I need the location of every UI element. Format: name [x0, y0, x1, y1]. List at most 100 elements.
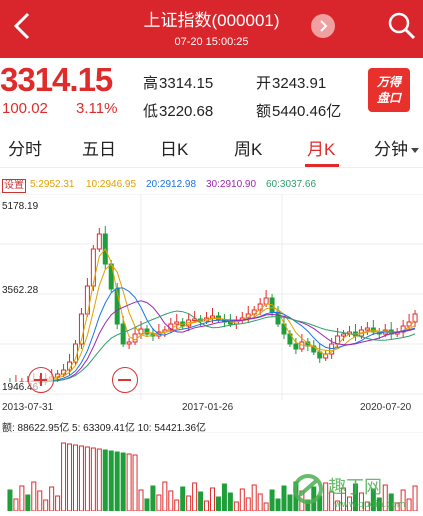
page-title: 上证指数(000001): [143, 11, 280, 30]
amount-stat: 额5440.46亿: [256, 103, 342, 120]
moving-average-lines: [4, 248, 416, 385]
market-depth-button[interactable]: 万得 盘口: [368, 68, 410, 112]
candle-body: [364, 327, 370, 331]
candle-body: [126, 341, 132, 345]
quote-datetime: 07-20 15:00:25: [174, 36, 249, 48]
high-stat: 高3314.15: [143, 75, 214, 92]
volume-bar: [126, 453, 132, 511]
tab-five-day[interactable]: 五日: [82, 135, 116, 160]
svg-text:www.qudin.com: www.qudin.com: [334, 500, 406, 510]
candle-body: [263, 297, 269, 305]
ma60-value: 60:3037.66: [266, 179, 317, 190]
tab-intraday[interactable]: 分时: [8, 135, 42, 160]
volume-bar: [132, 454, 138, 511]
price-change: 100.02: [2, 100, 48, 117]
tab-daily-k[interactable]: 日K: [160, 135, 188, 160]
volume-bar: [120, 452, 126, 511]
ma20-value: 20:2912.98: [146, 179, 197, 190]
volume-bar: [138, 489, 144, 511]
volume-bar: [25, 494, 31, 511]
volume-bar: [108, 450, 114, 511]
volume-bar: [49, 486, 55, 511]
volume-bar: [257, 493, 263, 511]
quote-panel: 3314.15 100.02 3.11% 高3314.15 开3243.91 低…: [0, 58, 423, 128]
volume-bar: [198, 491, 204, 511]
volume-bar: [180, 486, 186, 511]
zoom-out-icon[interactable]: [112, 367, 138, 393]
volume-bar: [90, 447, 96, 511]
candle-body: [90, 248, 96, 287]
volume-bar: [78, 445, 84, 511]
last-price: 3314.15: [0, 61, 113, 98]
settings-button[interactable]: 设置: [2, 179, 26, 193]
moving-average-line: [4, 248, 416, 385]
zoom-in-icon[interactable]: [28, 367, 54, 393]
volume-bar: [204, 500, 210, 511]
moving-average-line: [4, 263, 416, 385]
volume-bar: [13, 498, 19, 511]
volume-bar: [61, 442, 67, 511]
kline-chart[interactable]: [0, 194, 423, 420]
watermark-logo: 趣丁网 www.qudin.com: [290, 455, 423, 511]
volume-bar: [144, 498, 150, 511]
volume-bar: [150, 485, 156, 511]
volume-bar: [31, 481, 37, 511]
x-label-middle: 2017-01-26: [182, 402, 234, 413]
volume-bar: [162, 481, 168, 511]
volume-bar: [72, 444, 78, 511]
volume-bar: [156, 494, 162, 511]
volume-bar: [7, 489, 13, 511]
active-tab-indicator: [305, 164, 339, 167]
candle-body: [132, 333, 138, 343]
tab-weekly-k[interactable]: 周K: [234, 135, 262, 160]
candle-body: [210, 315, 215, 319]
volume-bar: [210, 487, 215, 511]
volume-bar: [102, 449, 108, 511]
volume-bar: [55, 495, 61, 511]
y-label-mid: 3562.28: [2, 285, 39, 296]
low-stat: 低3220.68: [143, 103, 214, 120]
volume-bar: [174, 499, 180, 511]
volume-bar: [227, 492, 233, 511]
candle-body: [341, 333, 347, 337]
volume-bar: [269, 489, 275, 511]
volume-bar: [233, 501, 239, 511]
volume-bar: [67, 443, 73, 511]
volume-bar: [96, 448, 102, 511]
volume-bar: [19, 485, 25, 511]
volume-bar: [114, 451, 120, 511]
volume-bar: [275, 498, 281, 511]
candle-body: [174, 321, 180, 325]
search-icon[interactable]: [386, 10, 418, 42]
candle-body: [293, 343, 299, 350]
ma5-value: 5:2952.31: [30, 179, 75, 190]
chevron-down-icon: [411, 148, 419, 154]
volume-bar: [215, 496, 221, 511]
period-tabs: 分时 五日 日K 周K 月K 分钟: [0, 128, 423, 168]
volume-bar: [245, 497, 251, 511]
volume-bar: [251, 484, 257, 511]
ma10-value: 10:2946.95: [86, 179, 137, 190]
volume-bar: [84, 446, 90, 511]
volume-bar: [43, 499, 49, 511]
app-header: 上证指数(000001) 07-20 15:00:25: [0, 0, 423, 58]
volume-bar: [168, 490, 174, 511]
x-label-end: 2020-07-20: [360, 402, 412, 413]
volume-bar: [221, 483, 227, 511]
tab-minute[interactable]: 分钟: [374, 135, 419, 160]
volume-bar: [239, 488, 245, 511]
ma30-value: 30:2910.90: [206, 179, 257, 190]
next-chevron-icon[interactable]: [311, 14, 335, 38]
volume-bar: [186, 495, 192, 511]
volume-bar: [192, 482, 198, 511]
tab-monthly-k[interactable]: 月K: [307, 135, 335, 160]
candle-body: [120, 323, 126, 345]
candles: [7, 226, 418, 389]
candle-body: [96, 233, 102, 250]
open-stat: 开3243.91: [256, 75, 327, 92]
volume-bar: [281, 485, 287, 511]
volume-bar: [263, 502, 269, 511]
svg-text:趣丁网: 趣丁网: [328, 477, 382, 498]
y-label-high: 5178.19: [2, 201, 39, 212]
moving-average-legend: 设置 5:2952.31 10:2946.95 20:2912.98 30:29…: [0, 178, 423, 194]
